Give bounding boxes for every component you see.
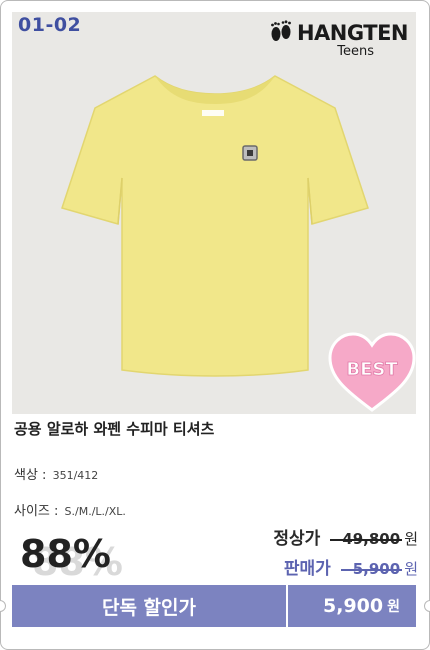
size-label: 사이즈 : xyxy=(14,504,59,519)
sale-price-label: 판매가 xyxy=(283,559,331,579)
promo-price-amount: 5,900 xyxy=(323,595,384,617)
size-option: 사이즈 : S./M./L./XL. xyxy=(14,500,126,519)
discount-text: 88% xyxy=(20,532,111,576)
product-title[interactable]: 공용 알로하 와펜 수피마 티셔츠 xyxy=(14,418,214,439)
product-image[interactable]: 01-02 HANGTEN Teens BEST xyxy=(12,12,416,414)
ticket-notch-right xyxy=(424,600,430,612)
brand-name: HANGTEN xyxy=(296,21,409,45)
color-option: 색상 : 351/412 xyxy=(14,464,98,483)
regular-price-row: 정상가 49,800 원 xyxy=(273,524,418,549)
regular-price-strike xyxy=(330,539,403,541)
regular-price-label: 정상가 xyxy=(273,529,321,549)
regular-price-currency: 원 xyxy=(404,530,418,548)
promo-price-currency: 원 xyxy=(387,599,400,615)
sale-price-currency: 원 xyxy=(404,560,418,578)
size-value: S./M./L./XL. xyxy=(64,505,126,518)
best-badge-text: BEST xyxy=(346,359,398,380)
item-code: 01-02 xyxy=(18,14,82,36)
color-value: 351/412 xyxy=(52,469,99,482)
promo-bar[interactable]: 단독 할인가 5,900 원 xyxy=(12,585,416,627)
promo-label[interactable]: 단독 할인가 xyxy=(12,585,286,627)
brand-logo: HANGTEN Teens xyxy=(269,20,409,59)
promo-price[interactable]: 5,900 원 xyxy=(288,585,416,627)
footprints-icon xyxy=(271,20,291,41)
best-badge: BEST xyxy=(328,332,416,412)
color-label: 색상 : xyxy=(14,468,47,483)
sale-price-strike xyxy=(340,569,403,571)
sale-price-value: 5,900 xyxy=(340,560,403,578)
discount-rate: 88% 88% xyxy=(20,532,123,584)
brand-sub: Teens xyxy=(337,44,374,59)
sale-price-row: 판매가 5,900 원 xyxy=(284,554,418,579)
regular-price-value: 49,800 xyxy=(330,530,403,548)
